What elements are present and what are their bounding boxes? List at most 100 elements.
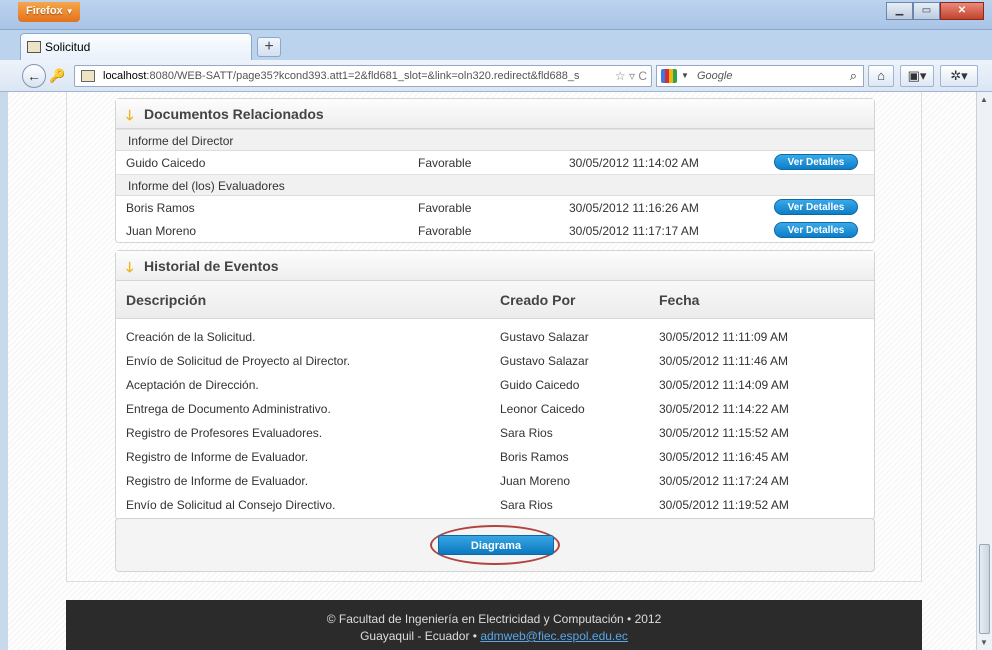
event-date: 30/05/2012 11:14:09 AM	[659, 378, 789, 392]
director-report-heading: Informe del Director	[116, 129, 874, 151]
column-header-date: Fecha	[659, 292, 700, 308]
arrow-down-icon: 🡓	[126, 259, 134, 275]
event-date: 30/05/2012 11:17:24 AM	[659, 474, 789, 488]
identity-key-icon[interactable]: 🔑	[49, 68, 65, 84]
bookmark-star-icon[interactable]: ☆	[615, 69, 626, 83]
event-created-by: Leonor Caicedo	[500, 402, 585, 416]
scrollbar-thumb[interactable]	[979, 544, 990, 634]
event-created-by: Gustavo Salazar	[500, 354, 589, 368]
evaluators-report-heading: Informe del (los) Evaluadores	[116, 174, 874, 196]
diagram-panel: Diagrama	[115, 518, 875, 572]
event-created-by: Juan Moreno	[500, 474, 571, 488]
maximize-icon[interactable]: ▭	[913, 2, 940, 20]
view-details-button[interactable]: Ver Detalles	[774, 154, 858, 170]
arrow-down-icon: 🡓	[126, 107, 134, 123]
addon-icon[interactable]: ✲▾	[940, 65, 978, 87]
column-header-description: Descripción	[126, 292, 207, 308]
documents-panel: 🡓 Documentos Relacionados Informe del Di…	[115, 98, 875, 243]
event-date: 30/05/2012 11:11:09 AM	[659, 330, 788, 344]
table-row: Registro de Profesores Evaluadores. Sara …	[116, 421, 874, 445]
dropdown-arrow-icon[interactable]: ▿	[629, 69, 635, 83]
window-controls: ▁ ▭ ✕	[886, 2, 984, 20]
event-date: 30/05/2012 11:15:52 AM	[659, 426, 789, 440]
event-description: Registro de Informe de Evaluador.	[126, 450, 309, 464]
page-footer: © Facultad de Ingeniería en Electricidad…	[66, 600, 922, 650]
tab-solicitud[interactable]: Solicitud	[20, 33, 252, 61]
bookmarks-menu-icon[interactable]: ▣▾	[900, 65, 934, 87]
event-description: Envío de Solicitud al Consejo Directivo.	[126, 498, 336, 512]
vertical-scrollbar[interactable]: ▲ ▼	[976, 92, 992, 650]
table-row: Aceptación de Dirección. Guido Caicedo 30/…	[116, 373, 874, 397]
google-logo-icon[interactable]	[661, 69, 677, 83]
document-row: Guido Caicedo Favorable 30/05/2012 11:14…	[116, 151, 874, 174]
new-tab-button[interactable]: +	[257, 37, 281, 57]
event-created-by: Boris Ramos	[500, 450, 569, 464]
document-row: Juan Moreno Favorable 30/05/2012 11:17:1…	[116, 219, 874, 242]
search-icon[interactable]: ⌕	[850, 68, 857, 84]
table-row: Registro de Informe de Evaluador. Juan Mo…	[116, 469, 874, 493]
close-icon[interactable]: ✕	[940, 2, 984, 20]
url-bar-icons: ☆ ▿ C	[615, 69, 647, 83]
events-panel: 🡓 Historial de Eventos Descripción Cread…	[115, 250, 875, 520]
event-date: 30/05/2012 11:14:22 AM	[659, 402, 789, 416]
events-table-header: Descripción Creado Por Fecha	[116, 281, 874, 319]
column-header-created-by: Creado Por	[500, 292, 576, 308]
table-row: Creación de la Solicitud. Gustavo Salazar…	[116, 325, 874, 349]
documents-title: Documentos Relacionados	[144, 106, 324, 122]
event-created-by: Sara Rios	[500, 426, 553, 440]
event-date: 30/05/2012 11:11:46 AM	[659, 354, 788, 368]
reload-icon[interactable]: C	[638, 69, 647, 83]
event-description: Creación de la Solicitud.	[126, 330, 256, 344]
navigation-toolbar: ← 🔑 localhost:8080/WEB-SATT/page35?kcond…	[0, 60, 992, 92]
document-author: Juan Moreno	[126, 224, 197, 238]
footer-email-link[interactable]: admweb@fiec.espol.edu.ec	[480, 629, 628, 643]
document-date: 30/05/2012 11:14:02 AM	[569, 156, 699, 170]
table-row: Entrega de Documento Administrativo. Leon…	[116, 397, 874, 421]
back-arrow-icon[interactable]: ←	[22, 64, 46, 88]
window-titlebar: Firefox ▼ ▁ ▭ ✕	[0, 0, 992, 30]
events-panel-header: 🡓 Historial de Eventos	[116, 251, 874, 281]
document-date: 30/05/2012 11:16:26 AM	[569, 201, 699, 215]
table-row: Registro de Informe de Evaluador. Boris R…	[116, 445, 874, 469]
footer-location: Guayaquil - Ecuador • admweb@fiec.espol.…	[66, 628, 922, 645]
event-description: Entrega de Documento Administrativo.	[126, 402, 331, 416]
view-details-button[interactable]: Ver Detalles	[774, 199, 858, 215]
events-title: Historial de Eventos	[144, 258, 279, 274]
footer-copyright: © Facultad de Ingeniería en Electricidad…	[326, 612, 662, 626]
search-input[interactable]: ▼ Google ⌕	[656, 65, 864, 87]
tab-strip: Solicitud +	[0, 30, 992, 61]
site-favicon-icon	[81, 70, 95, 82]
firefox-menu-button[interactable]: Firefox ▼	[18, 2, 80, 22]
event-description: Registro de Informe de Evaluador.	[126, 474, 309, 488]
url-host: localhost	[103, 70, 147, 82]
events-table-body: Creación de la Solicitud. Gustavo Salazar…	[116, 325, 874, 517]
diagram-button[interactable]: Diagrama	[438, 535, 554, 555]
page-favicon-icon	[27, 41, 41, 53]
page-viewport: 🡓 Documentos Relacionados Informe del Di…	[8, 92, 976, 650]
chevron-down-icon[interactable]: ▼	[681, 71, 689, 80]
event-created-by: Guido Caicedo	[500, 378, 580, 392]
document-status: Favorable	[418, 156, 472, 170]
content-container: 🡓 Documentos Relacionados Informe del Di…	[66, 92, 922, 582]
scroll-down-icon[interactable]: ▼	[980, 638, 988, 647]
document-status: Favorable	[418, 224, 472, 238]
url-bar[interactable]: localhost:8080/WEB-SATT/page35?kcond393.…	[74, 65, 652, 87]
search-placeholder: Google	[697, 70, 733, 82]
home-icon[interactable]: ⌂	[868, 65, 894, 87]
document-date: 30/05/2012 11:17:17 AM	[569, 224, 699, 238]
event-created-by: Gustavo Salazar	[500, 330, 589, 344]
event-date: 30/05/2012 11:19:52 AM	[659, 498, 789, 512]
table-row: Envío de Solicitud de Proyecto al Direct…	[116, 349, 874, 373]
event-description: Envío de Solicitud de Proyecto al Direct…	[126, 354, 351, 368]
document-row: Boris Ramos Favorable 30/05/2012 11:16:2…	[116, 196, 874, 219]
document-author: Boris Ramos	[126, 201, 195, 215]
document-status: Favorable	[418, 201, 472, 215]
view-details-button[interactable]: Ver Detalles	[774, 222, 858, 238]
event-date: 30/05/2012 11:16:45 AM	[659, 450, 789, 464]
footer-city: Guayaquil - Ecuador •	[360, 629, 481, 643]
event-created-by: Sara Rios	[500, 498, 553, 512]
url-path: :8080/WEB-SATT/page35?kcond393.att1=2&fl…	[146, 70, 580, 82]
scroll-up-icon[interactable]: ▲	[980, 95, 988, 104]
event-description: Registro de Profesores Evaluadores.	[126, 426, 323, 440]
minimize-icon[interactable]: ▁	[886, 2, 913, 20]
